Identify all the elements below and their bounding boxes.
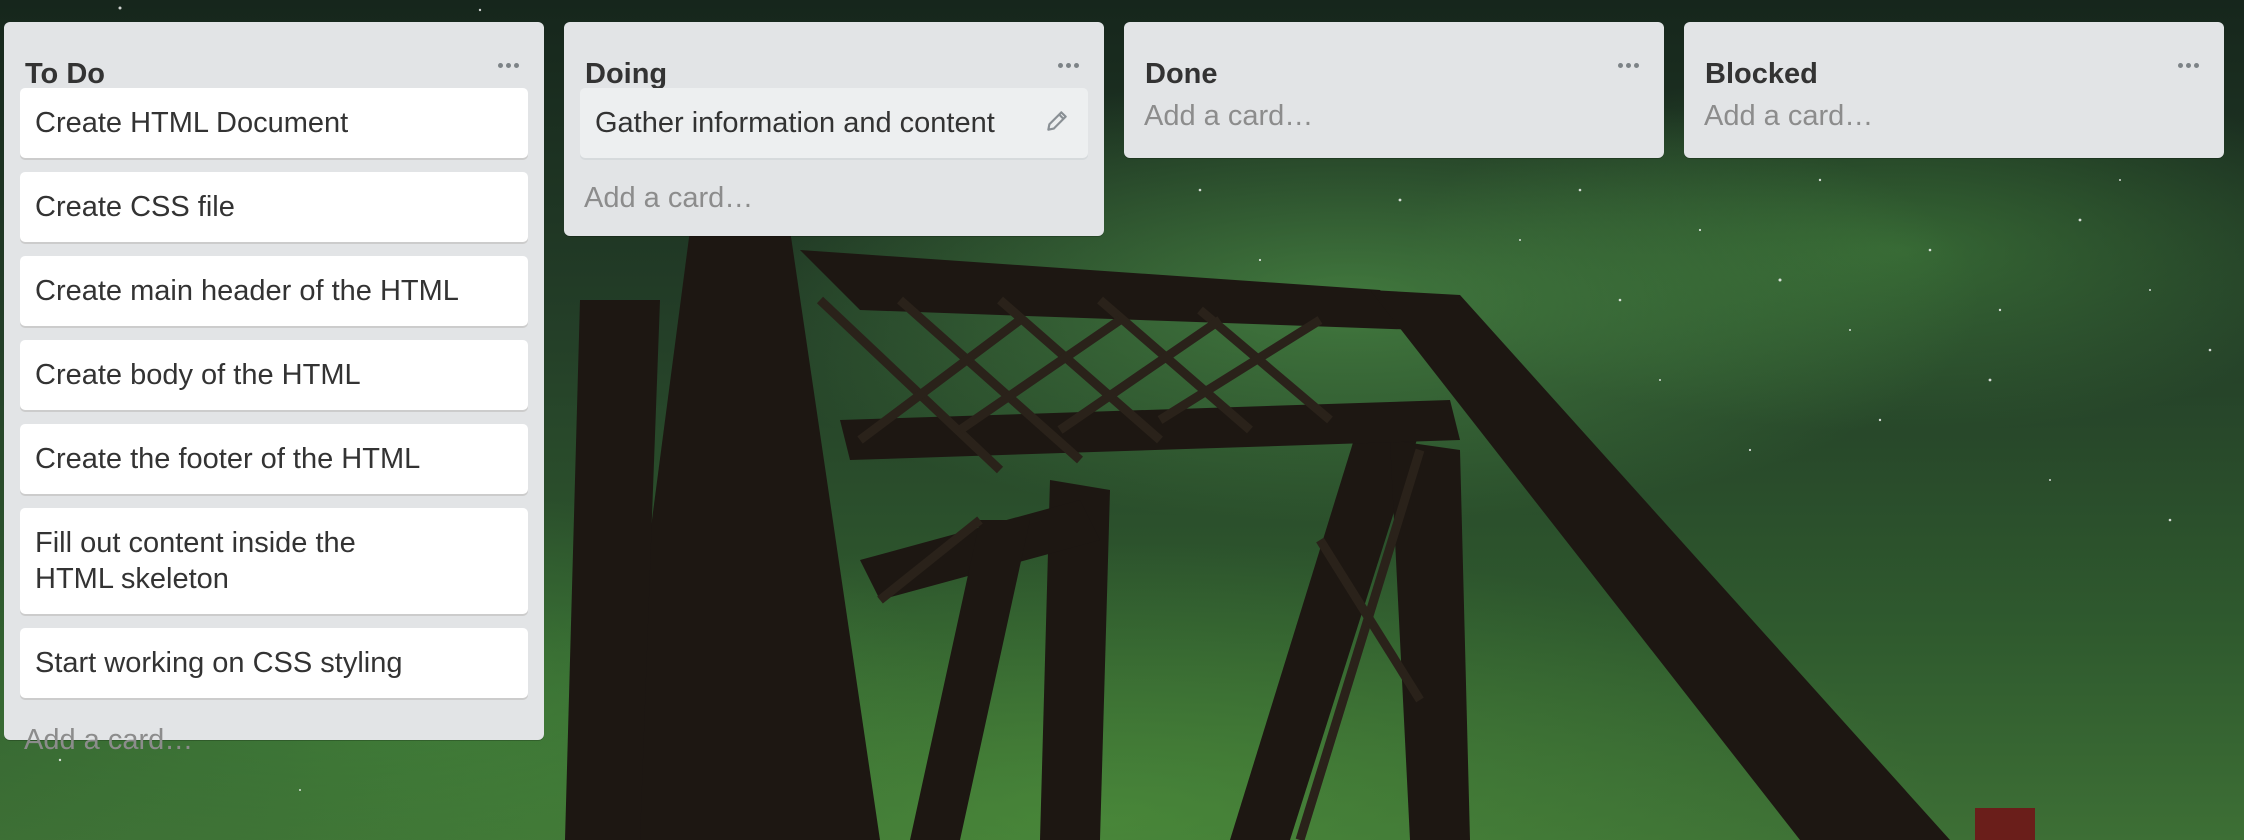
card-list: Create HTML Document Create CSS file Cre… bbox=[4, 88, 544, 698]
add-card-button[interactable]: Add a card… bbox=[1124, 100, 1664, 133]
ellipsis-icon[interactable] bbox=[2176, 56, 2202, 72]
pencil-icon[interactable] bbox=[1044, 108, 1070, 134]
list-header: Blocked bbox=[1684, 22, 2224, 90]
card[interactable]: Gather information and content bbox=[580, 88, 1088, 158]
ellipsis-icon[interactable] bbox=[1616, 56, 1642, 72]
list-header: Doing bbox=[564, 22, 1104, 90]
add-card-button[interactable]: Add a card… bbox=[1684, 100, 2224, 133]
list-header: To Do bbox=[4, 22, 544, 90]
list-blocked: Blocked Add a card… bbox=[1684, 22, 2224, 158]
card-title: Gather information and content bbox=[595, 107, 995, 139]
ellipsis-icon[interactable] bbox=[496, 56, 522, 72]
card[interactable]: Create HTML Document bbox=[20, 88, 528, 158]
list-done: Done Add a card… bbox=[1124, 22, 1664, 158]
card[interactable]: Fill out content inside the HTML skeleto… bbox=[20, 508, 528, 614]
add-card-button[interactable]: Add a card… bbox=[4, 724, 544, 757]
list-todo: To Do Create HTML Document Create CSS fi… bbox=[4, 22, 544, 756]
list-header: Done bbox=[1124, 22, 1664, 90]
card-list: Gather information and content bbox=[564, 88, 1104, 158]
list-title: To Do bbox=[25, 58, 105, 90]
list-doing: Doing Gather information and content Add… bbox=[564, 22, 1104, 236]
card[interactable]: Create body of the HTML bbox=[20, 340, 528, 410]
list-title: Doing bbox=[585, 58, 668, 90]
card[interactable]: Create main header of the HTML bbox=[20, 256, 528, 326]
list-title: Blocked bbox=[1705, 58, 1818, 90]
add-card-button[interactable]: Add a card… bbox=[564, 182, 1104, 215]
card[interactable]: Start working on CSS styling bbox=[20, 628, 528, 698]
bridge-silhouette bbox=[565, 230, 1950, 840]
card[interactable]: Create CSS file bbox=[20, 172, 528, 242]
bridge-sign bbox=[1975, 808, 2035, 840]
card[interactable]: Create the footer of the HTML bbox=[20, 424, 528, 494]
ellipsis-icon[interactable] bbox=[1056, 56, 1082, 72]
list-title: Done bbox=[1145, 58, 1218, 90]
